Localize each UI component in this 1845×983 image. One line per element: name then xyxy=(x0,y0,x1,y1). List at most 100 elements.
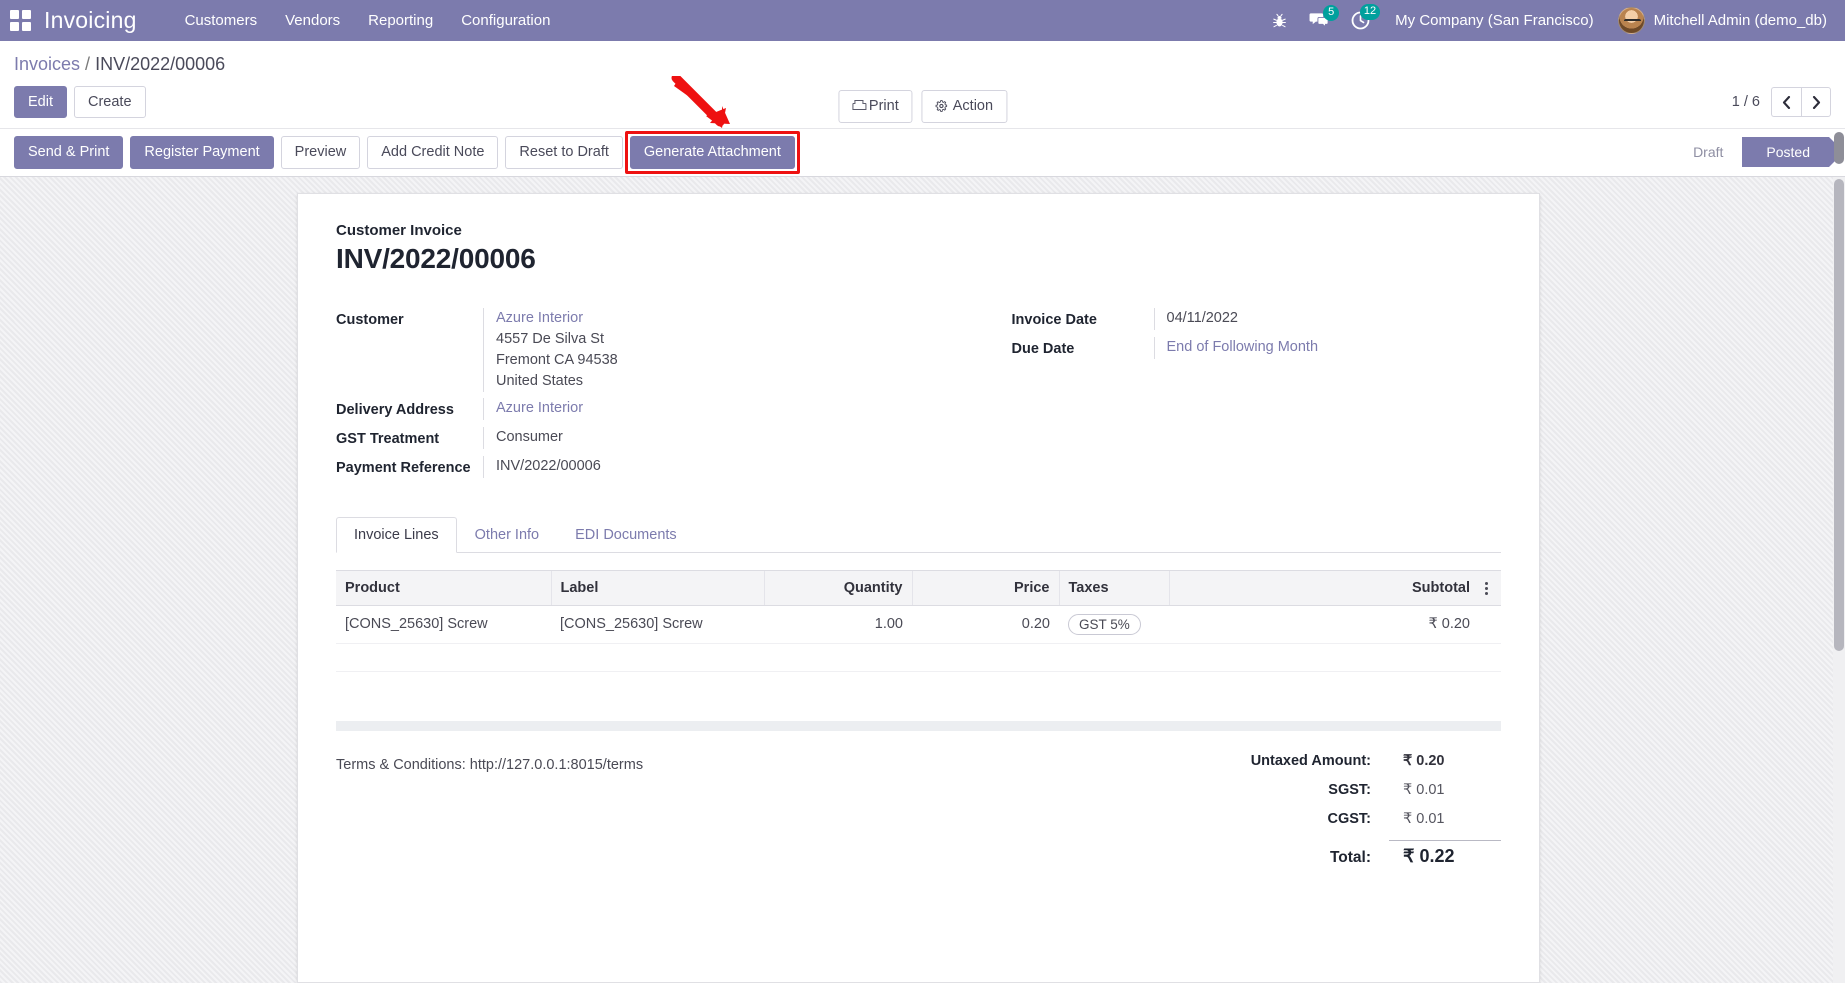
table-row-empty[interactable] xyxy=(336,671,1501,699)
avatar xyxy=(1617,7,1645,34)
table-row[interactable]: [CONS_25630] Screw [CONS_25630] Screw 1.… xyxy=(336,605,1501,644)
content-area: Customer Invoice INV/2022/00006 Customer… xyxy=(0,176,1845,983)
vertical-dots-icon[interactable] xyxy=(1484,581,1488,595)
tab-other-info[interactable]: Other Info xyxy=(457,517,557,553)
cell-taxes[interactable]: GST 5% xyxy=(1059,605,1169,644)
action-label: Action xyxy=(952,98,994,114)
cell-label[interactable]: [CONS_25630] Screw xyxy=(551,605,764,644)
table-header-row: Product Label Quantity Price Taxes Subto… xyxy=(336,569,1501,606)
navbar-right-group: 5 12 My Company (San Francisco) Mitchell… xyxy=(1261,2,1831,39)
field-delivery-address: Delivery Address Azure Interior xyxy=(336,397,919,421)
scrollbar-thumb-top[interactable] xyxy=(1834,132,1844,164)
menu-item-customers[interactable]: Customers xyxy=(171,2,272,39)
total-row-cgst: CGST: ₹ 0.01 xyxy=(1081,811,1501,827)
menu-item-reporting[interactable]: Reporting xyxy=(354,2,447,39)
sheet-wrapper: Customer Invoice INV/2022/00006 Customer… xyxy=(0,177,1845,983)
field-value-gst-treatment[interactable]: Consumer xyxy=(483,426,919,449)
breadcrumb: Invoices / INV/2022/00006 xyxy=(0,41,1845,84)
pager-count: 1 / 6 xyxy=(1731,94,1760,110)
print-button[interactable]: Print xyxy=(837,90,913,123)
apps-grid-icon[interactable] xyxy=(10,9,32,32)
status-button-bar: Send & Print Register Payment Preview Ad… xyxy=(0,128,1845,177)
main-menu: Customers Vendors Reporting Configuratio… xyxy=(171,2,565,39)
customer-link[interactable]: Azure Interior xyxy=(496,310,583,326)
status-stages: Draft Posted xyxy=(1669,137,1845,168)
optional-columns-toggle[interactable] xyxy=(1479,569,1501,606)
user-name: Mitchell Admin (demo_db) xyxy=(1653,12,1827,29)
customer-address-line-1: 4557 De Silva St xyxy=(496,330,605,347)
cell-optional xyxy=(1479,605,1501,644)
field-invoice-date: Invoice Date 04/11/2022 xyxy=(1012,307,1502,331)
edit-button[interactable]: Edit xyxy=(14,85,67,119)
send-and-print-button[interactable]: Send & Print xyxy=(14,136,124,169)
field-value-customer: Azure Interior 4557 De Silva St Fremont … xyxy=(483,307,919,392)
gear-icon xyxy=(935,99,948,112)
pager: 1 / 6 xyxy=(1732,87,1831,117)
field-label-customer: Customer xyxy=(336,311,404,328)
page-scrollbar[interactable] xyxy=(1833,176,1845,983)
field-label-payment-reference: Payment Reference xyxy=(336,459,471,476)
column-header-subtotal[interactable]: Subtotal xyxy=(1168,569,1479,606)
cell-quantity[interactable]: 1.00 xyxy=(764,605,912,644)
tab-invoice-lines[interactable]: Invoice Lines xyxy=(336,516,457,553)
left-field-group: Customer Azure Interior 4557 De Silva St… xyxy=(336,307,919,485)
total-value-untaxed: ₹ 0.20 xyxy=(1403,753,1445,770)
field-payment-reference: Payment Reference INV/2022/00006 xyxy=(336,455,919,479)
invoice-lines-table: Product Label Quantity Price Taxes Subto… xyxy=(336,569,1501,700)
field-label-gst-treatment: GST Treatment xyxy=(336,430,440,447)
edit-create-group: Edit Create xyxy=(14,85,146,119)
total-row-sgst: SGST: ₹ 0.01 xyxy=(1081,782,1501,798)
create-button[interactable]: Create xyxy=(74,85,146,119)
table-row-empty[interactable] xyxy=(336,643,1501,672)
company-switcher[interactable]: My Company (San Francisco) xyxy=(1381,2,1607,39)
field-value-payment-reference[interactable]: INV/2022/00006 xyxy=(483,455,919,478)
bug-icon[interactable] xyxy=(1261,7,1298,35)
total-row-untaxed: Untaxed Amount: ₹ 0.20 xyxy=(1081,753,1501,769)
invoice-lines-header: Product Label Quantity Price Taxes Subto… xyxy=(336,569,1501,606)
document-type-label: Customer Invoice xyxy=(336,221,462,239)
cell-product[interactable]: [CONS_25630] Screw xyxy=(336,605,551,644)
column-header-quantity[interactable]: Quantity xyxy=(763,569,912,606)
total-value-sgst: ₹ 0.01 xyxy=(1403,782,1445,799)
status-stage-posted[interactable]: Posted xyxy=(1727,137,1844,168)
field-value-invoice-date[interactable]: 04/11/2022 xyxy=(1153,307,1502,330)
activity-badge: 12 xyxy=(1359,4,1381,20)
generate-attachment-button[interactable]: Generate Attachment xyxy=(629,136,795,169)
messages-icon[interactable]: 5 xyxy=(1298,5,1340,35)
due-date-link[interactable]: End of Following Month xyxy=(1167,339,1319,355)
customer-address-line-2: Fremont CA 94538 xyxy=(496,351,618,368)
reset-to-draft-button[interactable]: Reset to Draft xyxy=(505,136,623,169)
menu-item-vendors[interactable]: Vendors xyxy=(271,2,354,39)
column-header-product[interactable]: Product xyxy=(336,569,551,606)
app-brand-invoicing[interactable]: Invoicing xyxy=(44,9,137,32)
pager-previous-button[interactable] xyxy=(1771,87,1801,117)
user-menu[interactable]: Mitchell Admin (demo_db) xyxy=(1608,3,1831,38)
register-payment-button[interactable]: Register Payment xyxy=(130,136,274,169)
preview-button[interactable]: Preview xyxy=(280,136,361,169)
action-button[interactable]: Action xyxy=(921,90,1008,123)
pager-next-button[interactable] xyxy=(1801,87,1831,117)
cell-price[interactable]: 0.20 xyxy=(912,605,1059,644)
total-value-cgst: ₹ 0.01 xyxy=(1403,811,1445,828)
field-label-delivery-address: Delivery Address xyxy=(336,401,454,418)
right-field-group: Invoice Date 04/11/2022 Due Date End of … xyxy=(919,307,1502,485)
total-value-total: ₹ 0.22 xyxy=(1389,840,1501,867)
page-scrollbar-thumb[interactable] xyxy=(1834,178,1844,651)
field-groups: Customer Azure Interior 4557 De Silva St… xyxy=(322,307,1515,485)
delivery-address-link[interactable]: Azure Interior xyxy=(496,400,583,416)
totals-block: Untaxed Amount: ₹ 0.20 SGST: ₹ 0.01 CGST… xyxy=(1081,753,1501,880)
field-gst-treatment: GST Treatment Consumer xyxy=(336,426,919,450)
column-header-price[interactable]: Price xyxy=(911,569,1059,606)
column-header-label[interactable]: Label xyxy=(550,569,764,606)
control-panel: Edit Create Print Action 1 / 6 xyxy=(0,84,1845,128)
breadcrumb-parent[interactable]: Invoices xyxy=(14,54,80,75)
cell-empty xyxy=(336,643,1501,672)
total-row-total: Total: ₹ 0.22 xyxy=(1081,840,1501,867)
activity-clock-icon[interactable]: 12 xyxy=(1340,4,1381,36)
menu-item-configuration[interactable]: Configuration xyxy=(447,2,564,39)
field-value-due-date: End of Following Month xyxy=(1153,336,1502,359)
add-credit-note-button[interactable]: Add Credit Note xyxy=(367,136,499,169)
tab-edi-documents[interactable]: EDI Documents xyxy=(557,517,695,553)
column-header-taxes[interactable]: Taxes xyxy=(1058,569,1169,606)
print-action-group: Print Action xyxy=(837,90,1008,123)
